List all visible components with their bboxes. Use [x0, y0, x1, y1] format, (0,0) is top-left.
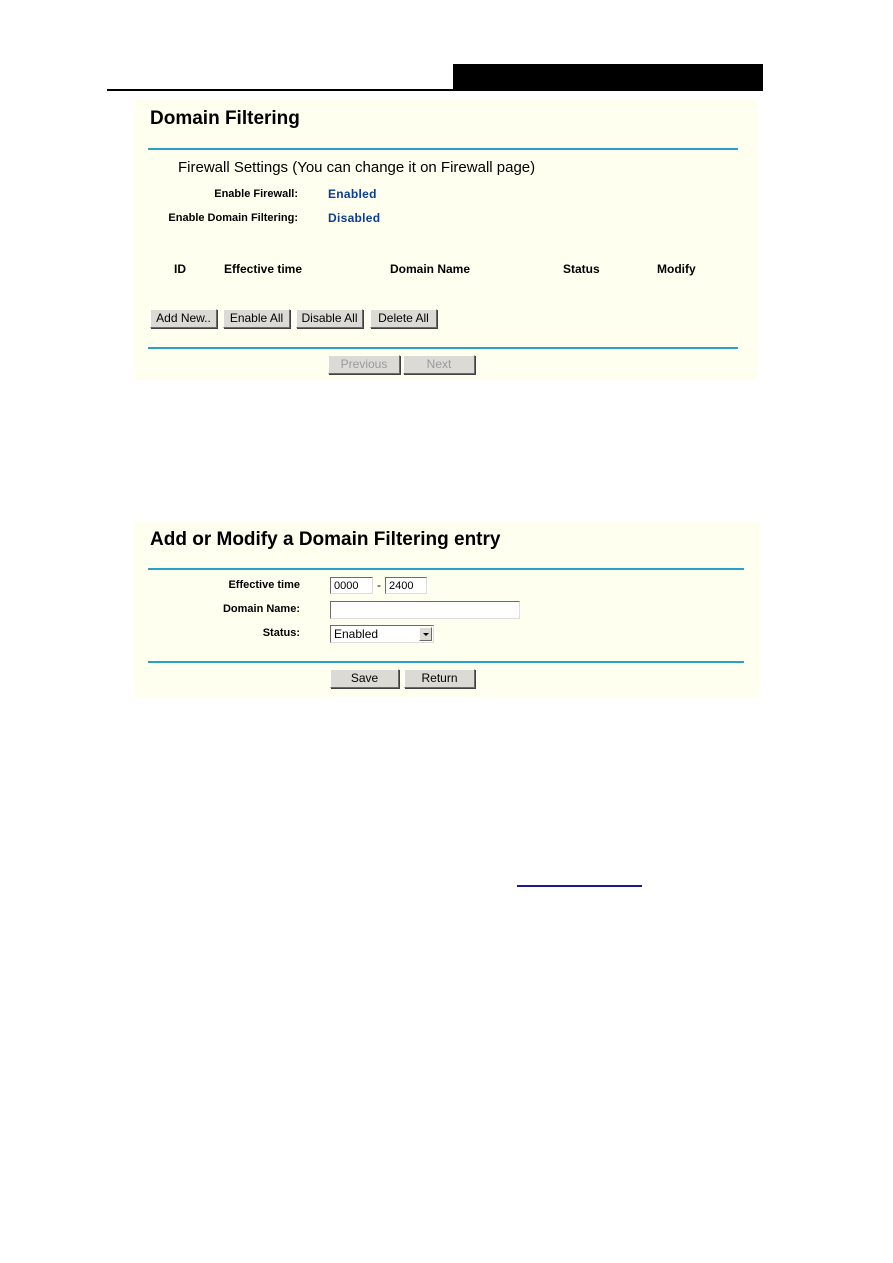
return-button[interactable]: Return	[404, 669, 475, 688]
divider	[148, 568, 744, 570]
effective-time-end-input[interactable]	[385, 577, 427, 594]
previous-button[interactable]: Previous	[328, 355, 400, 374]
column-header-modify: Modify	[657, 262, 696, 276]
divider	[148, 148, 738, 150]
column-header-effective-time: Effective time	[224, 262, 303, 276]
chevron-down-icon[interactable]	[419, 627, 432, 641]
next-button[interactable]: Next	[403, 355, 475, 374]
status-select[interactable]: Enabled	[330, 625, 434, 643]
link-underline[interactable]	[517, 885, 642, 887]
add-modify-title: Add or Modify a Domain Filtering entry	[150, 529, 501, 550]
page-title: Domain Filtering	[150, 108, 300, 129]
save-button[interactable]: Save	[330, 669, 399, 688]
domain-name-input[interactable]	[330, 601, 520, 619]
divider	[148, 661, 744, 663]
add-new-button[interactable]: Add New..	[150, 309, 217, 328]
enable-firewall-value: Enabled	[328, 187, 377, 201]
disable-all-button[interactable]: Disable All	[296, 309, 363, 328]
enable-firewall-label: Enable Firewall:	[214, 188, 298, 200]
column-header-id: ID	[174, 262, 186, 276]
page-header-block	[453, 64, 763, 91]
enable-domain-filtering-value: Disabled	[328, 211, 381, 225]
enable-all-button[interactable]: Enable All	[223, 309, 290, 328]
effective-time-start-input[interactable]	[330, 577, 373, 594]
firewall-settings-heading: Firewall Settings (You can change it on …	[178, 159, 536, 176]
domain-filtering-panel: Domain Filtering Firewall Settings (You …	[134, 100, 758, 380]
domain-name-label: Domain Name:	[222, 603, 300, 615]
divider	[148, 347, 738, 349]
page-header-rule	[107, 89, 455, 91]
enable-domain-filtering-label: Enable Domain Filtering:	[168, 212, 298, 224]
column-header-status: Status	[563, 262, 600, 276]
delete-all-button[interactable]: Delete All	[370, 309, 437, 328]
add-modify-panel: Add or Modify a Domain Filtering entry E…	[134, 521, 760, 697]
effective-time-label: Effective time	[228, 579, 300, 591]
column-header-domain-name: Domain Name	[390, 262, 471, 276]
time-separator: -	[377, 578, 381, 592]
status-label: Status:	[262, 627, 300, 639]
status-selected-value: Enabled	[334, 627, 379, 641]
